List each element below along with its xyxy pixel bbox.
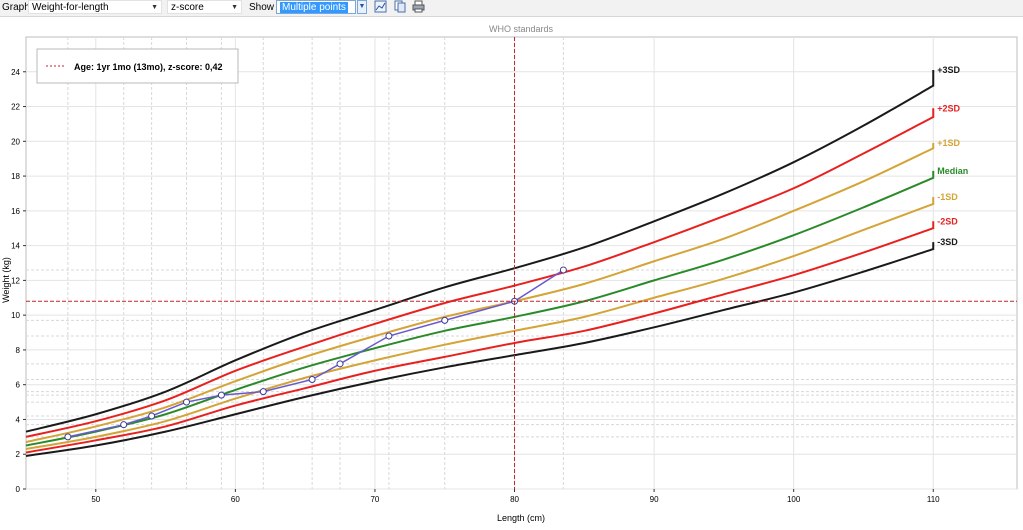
- x-tick-label: 70: [370, 495, 379, 504]
- curve-label: Median: [937, 166, 968, 176]
- curve-label: -3SD: [937, 237, 958, 247]
- copy-icon[interactable]: [394, 0, 407, 13]
- x-axis-label: Length (cm): [497, 513, 545, 523]
- chevron-down-icon: ▼: [151, 4, 158, 11]
- y-tick-label: 22: [11, 103, 20, 112]
- chevron-down-icon: ▼: [231, 4, 238, 11]
- weight-for-length-chart[interactable]: WHO standards 50 60 70 80 90 100 1100246810121…: [0, 17, 1023, 527]
- toolbar: Graph Weight-for-length ▼ z-score ▼ Show…: [0, 0, 1023, 17]
- y-tick-label: 24: [11, 68, 20, 77]
- show-label: Show: [249, 2, 275, 13]
- y-tick-label: 12: [11, 276, 20, 285]
- y-tick-label: 2: [16, 450, 21, 459]
- x-tick-label: 60: [231, 495, 240, 504]
- scale-value: z-score: [171, 2, 204, 13]
- curve-label: +3SD: [937, 65, 960, 75]
- patient-point: [385, 332, 393, 340]
- plot-frame: [25, 36, 1018, 490]
- y-tick-label: 4: [16, 415, 21, 424]
- curve-label: +2SD: [937, 103, 960, 113]
- y-tick-label: 16: [11, 207, 20, 216]
- patient-point: [308, 375, 316, 383]
- patient-point: [120, 421, 128, 429]
- patient-point: [183, 398, 191, 406]
- patient-point: [148, 412, 156, 420]
- patient-point: [336, 360, 344, 368]
- legend-text: Age: 1yr 1mo (13mo), z-score: 0,42: [74, 62, 223, 72]
- chart-title: WHO standards: [489, 24, 554, 34]
- y-axis-label: Weight (kg): [1, 257, 11, 303]
- y-tick-label: 14: [11, 242, 20, 251]
- show-select[interactable]: Multiple points: [276, 0, 356, 14]
- curve-label: -2SD: [937, 216, 958, 226]
- patient-point: [64, 433, 72, 441]
- patient-point: [559, 266, 567, 274]
- patient-point: [259, 388, 267, 396]
- y-tick-label: 20: [11, 137, 20, 146]
- x-tick-label: 50: [91, 495, 100, 504]
- show-value: Multiple points: [280, 2, 348, 13]
- show-dropdown-button[interactable]: ▼: [357, 0, 367, 14]
- x-tick-label: 80: [510, 495, 519, 504]
- y-tick-label: 8: [16, 346, 21, 355]
- patient-point: [441, 316, 449, 324]
- x-tick-label: 100: [787, 495, 801, 504]
- patient-point: [217, 391, 225, 399]
- x-tick-label: 90: [650, 495, 659, 504]
- y-tick-label: 6: [16, 381, 21, 390]
- graph-type-select[interactable]: Weight-for-length ▼: [28, 0, 162, 14]
- y-tick-label: 18: [11, 172, 20, 181]
- curve-label: -1SD: [937, 192, 958, 202]
- y-tick-label: 0: [16, 485, 21, 494]
- scale-select[interactable]: z-score ▼: [167, 0, 242, 14]
- y-tick-label: 10: [11, 311, 20, 320]
- legend: Age: 1yr 1mo (13mo), z-score: 0,42: [36, 48, 239, 84]
- print-icon[interactable]: [412, 0, 425, 13]
- graph-type-value: Weight-for-length: [32, 2, 109, 13]
- chart-area: WHO standards 50 60 70 80 90 100 110 0 2 4 6 8 10 12 1…: [0, 17, 1023, 527]
- curve-label: +1SD: [937, 138, 960, 148]
- x-tick-label: 110: [927, 495, 940, 504]
- graph-label: Graph: [2, 2, 30, 13]
- chart-options-icon[interactable]: [374, 0, 387, 13]
